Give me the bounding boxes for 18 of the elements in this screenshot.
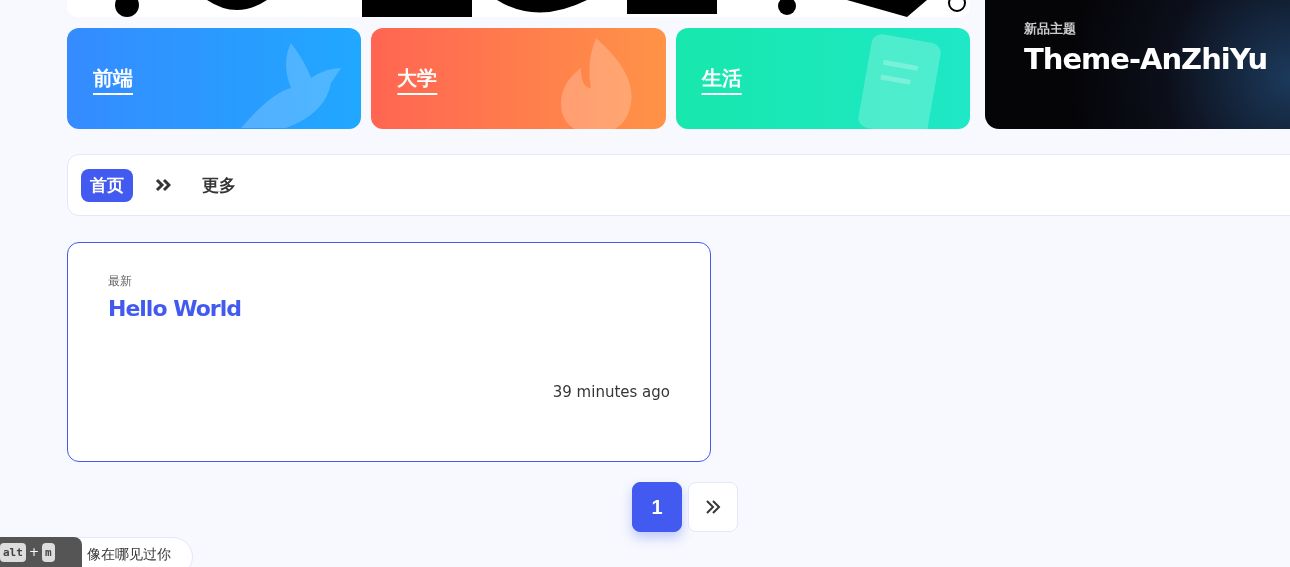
post-title[interactable]: Hello World xyxy=(108,296,670,321)
double-chevron-icon xyxy=(704,499,722,515)
post-time: 39 minutes ago xyxy=(552,383,670,401)
double-chevron-icon xyxy=(155,178,171,192)
feature-title: Theme-AnZhiYu xyxy=(1024,42,1268,76)
key-cap: alt xyxy=(0,542,26,562)
post-card[interactable]: 最新 Hello World 39 minutes ago xyxy=(67,242,711,462)
category-card[interactable]: 大学 xyxy=(371,28,666,129)
feature-card[interactable]: 新品主题 Theme-AnZhiYu xyxy=(985,0,1290,129)
post-tag: 最新 xyxy=(108,273,670,290)
next-page-button[interactable] xyxy=(688,482,738,532)
category-tab[interactable]: 更多 xyxy=(193,168,245,202)
category-tab[interactable]: 首页 xyxy=(81,168,133,202)
key-cap: m xyxy=(41,542,55,562)
plus-sign: + xyxy=(28,545,39,559)
category-card[interactable]: 前端 xyxy=(67,28,362,129)
feature-eyebrow: 新品主题 xyxy=(1024,20,1077,38)
page-button[interactable]: 1 xyxy=(632,482,682,532)
